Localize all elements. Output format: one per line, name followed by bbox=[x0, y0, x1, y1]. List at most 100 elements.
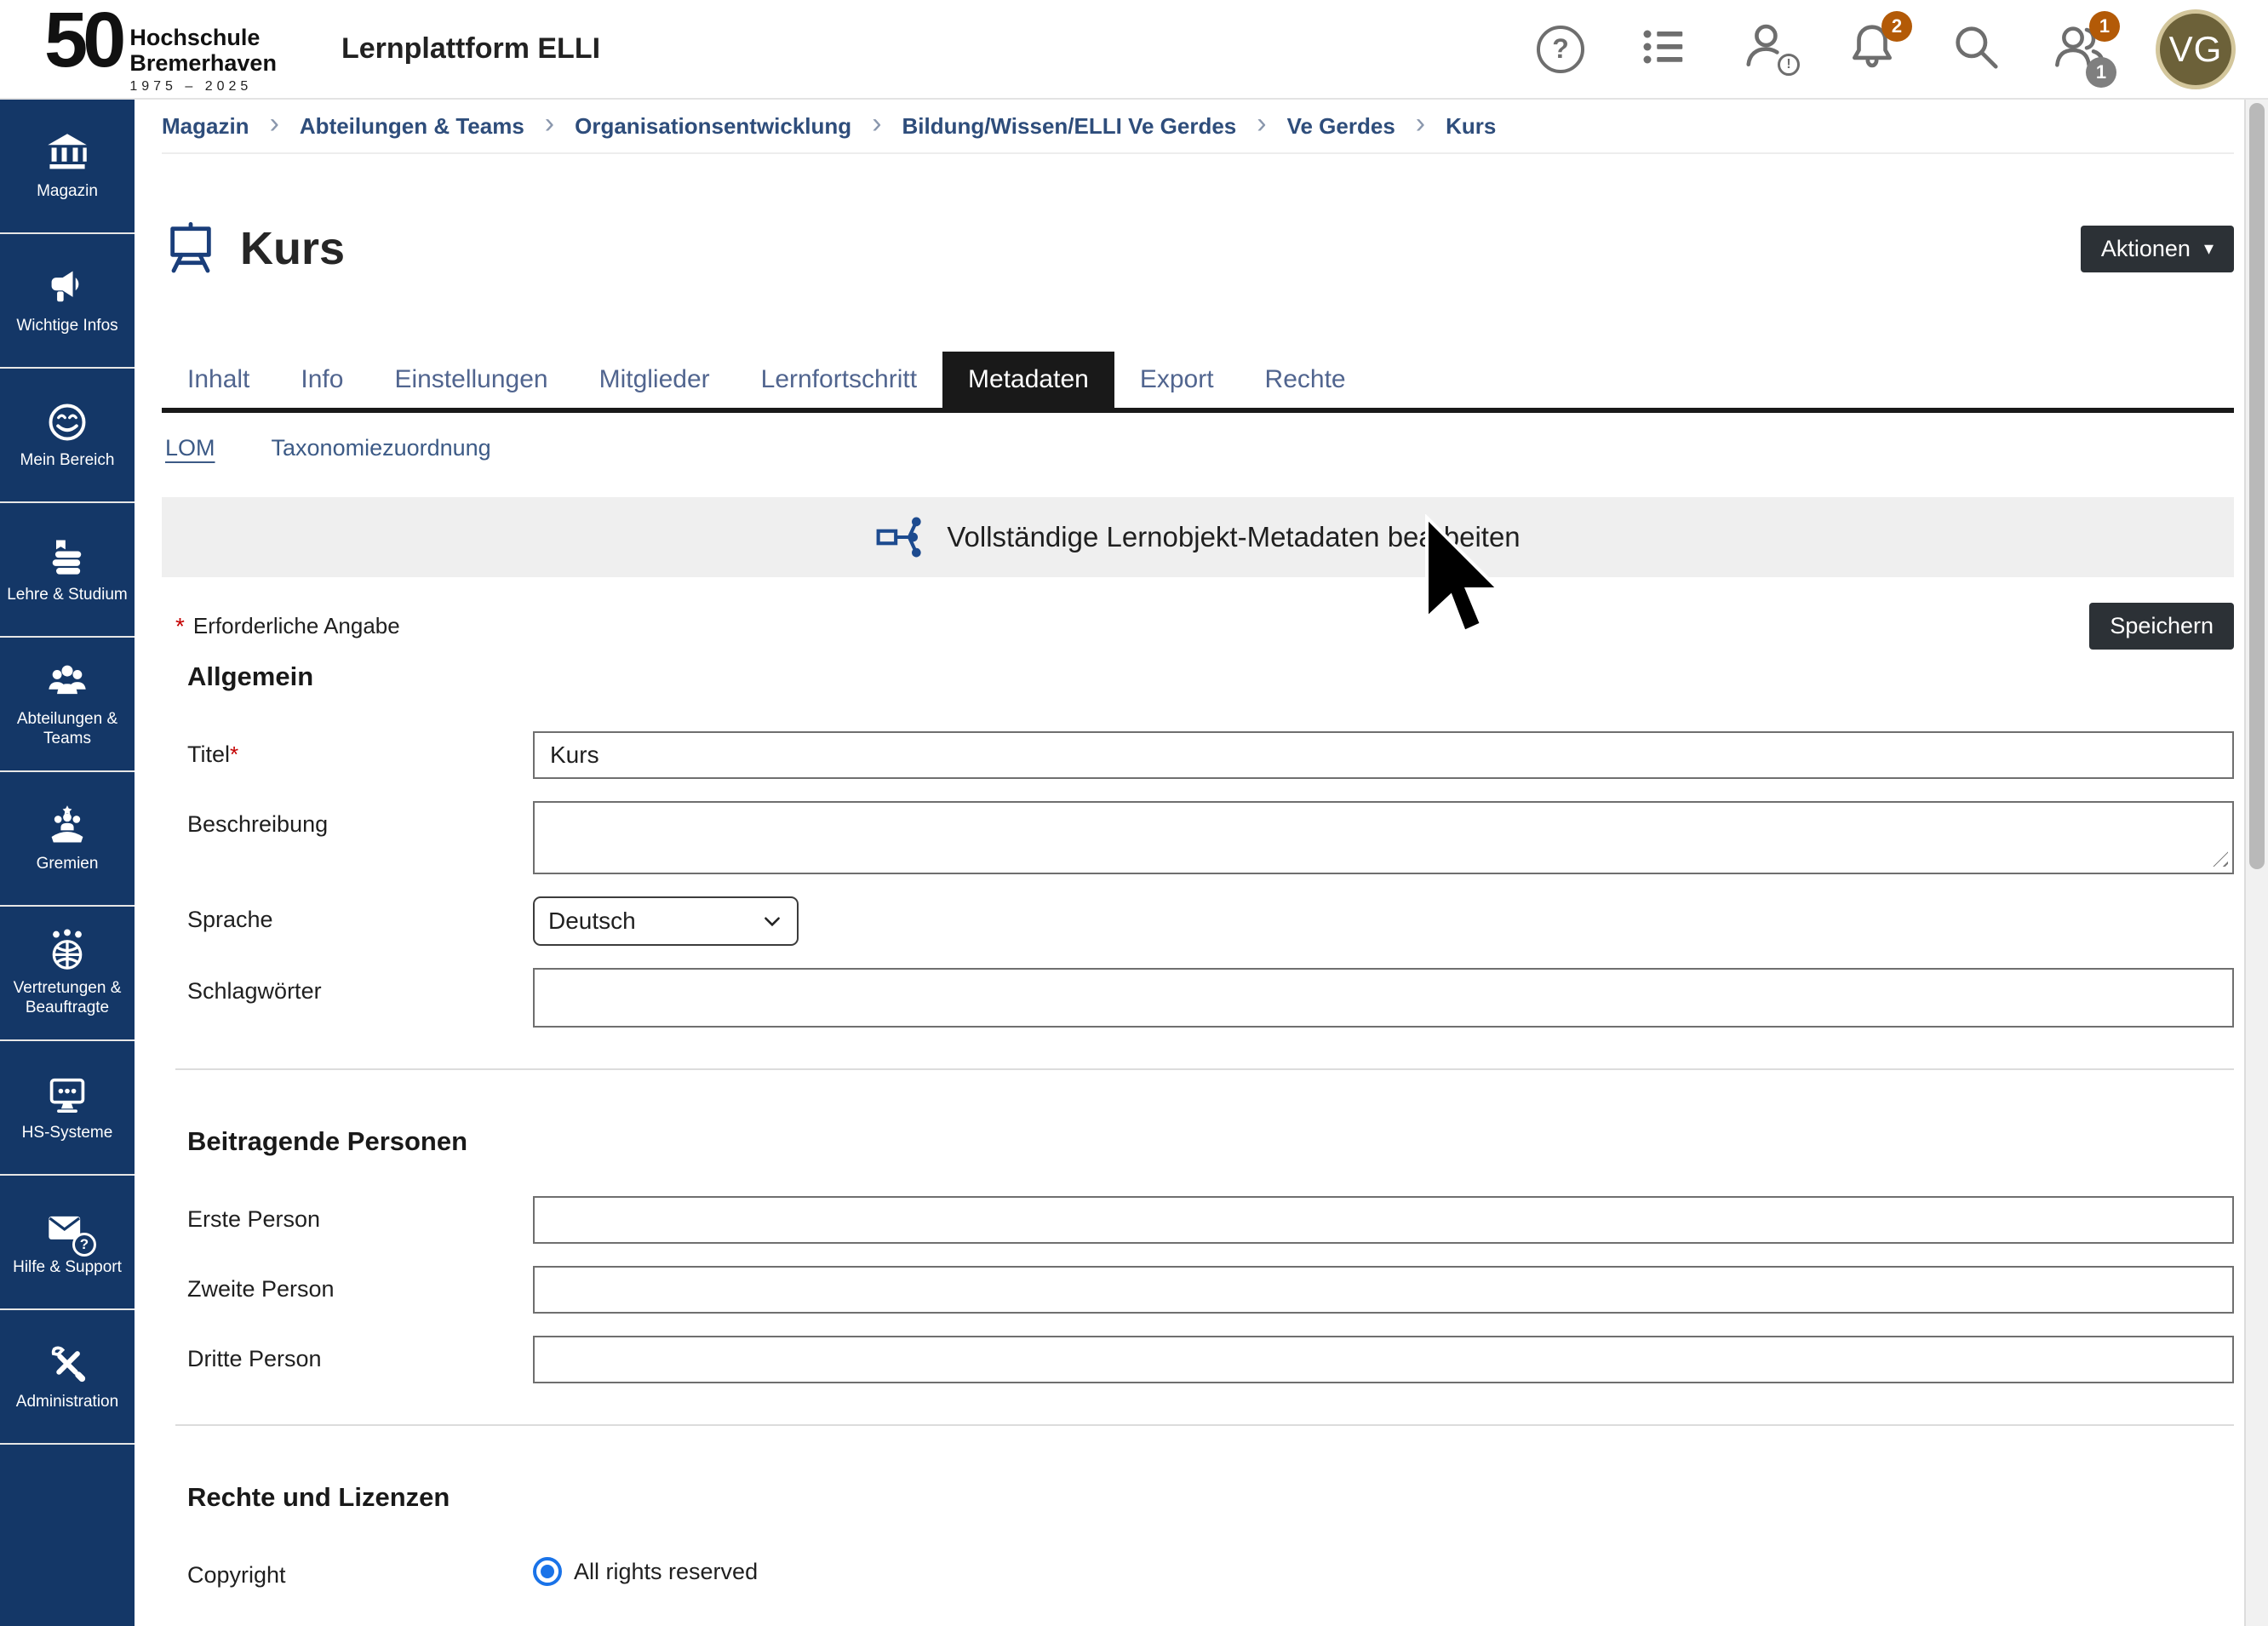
edit-full-metadata-link[interactable]: Vollständige Lernobjekt-Metadaten bearbe… bbox=[162, 497, 2234, 577]
section-divider bbox=[175, 1424, 2234, 1426]
contacts-total-badge: 1 bbox=[2086, 57, 2116, 88]
field-label-erste-person: Erste Person bbox=[175, 1196, 533, 1244]
main-sidebar: Magazin Wichtige Infos Mein Bereich bbox=[0, 100, 135, 1626]
search-button[interactable] bbox=[1948, 21, 2004, 77]
page-title: Kurs bbox=[240, 222, 345, 275]
chevron-right-icon: › bbox=[545, 107, 554, 140]
field-label-titel: Titel* bbox=[175, 731, 533, 779]
sidebar-item-mein-bereich[interactable]: Mein Bereich bbox=[0, 369, 135, 503]
form-row-dritte-person: Dritte Person bbox=[175, 1336, 2234, 1383]
field-label-dritte-person: Dritte Person bbox=[175, 1336, 533, 1383]
form-row-zweite-person: Zweite Person bbox=[175, 1266, 2234, 1314]
sidebar-item-vertretungen-beauftragte[interactable]: Vertretungen & Beauftragte bbox=[0, 907, 135, 1041]
breadcrumb-link-ve-gerdes[interactable]: Ve Gerdes bbox=[1287, 113, 1395, 140]
field-label-beschreibung: Beschreibung bbox=[175, 801, 533, 874]
zweite-person-input[interactable] bbox=[533, 1266, 2234, 1314]
platform-title: Lernplattform ELLI bbox=[341, 32, 600, 66]
beschreibung-textarea[interactable] bbox=[533, 801, 2234, 874]
sidebar-item-wichtige-infos[interactable]: Wichtige Infos bbox=[0, 234, 135, 369]
search-icon bbox=[1950, 20, 2002, 77]
caret-down-icon: ▾ bbox=[2204, 239, 2214, 258]
course-easel-icon bbox=[163, 220, 218, 278]
tab-mitglieder[interactable]: Mitglieder bbox=[574, 352, 736, 408]
radio-dot bbox=[541, 1565, 554, 1578]
field-label-sprache: Sprache bbox=[175, 896, 533, 946]
copyright-option-label: All rights reserved bbox=[574, 1559, 758, 1585]
chevron-right-icon: › bbox=[872, 107, 881, 140]
breadcrumb-link-bildung-wissen[interactable]: Bildung/Wissen/ELLI Ve Gerdes bbox=[902, 113, 1237, 140]
scrollbar-thumb[interactable] bbox=[2249, 103, 2265, 869]
tab-einstellungen[interactable]: Einstellungen bbox=[369, 352, 573, 408]
chevron-right-icon: › bbox=[1416, 107, 1425, 140]
sidebar-item-administration[interactable]: Administration bbox=[0, 1310, 135, 1445]
form-row-copyright: Copyright All rights reserved bbox=[175, 1552, 2234, 1589]
sidebar-item-hs-systeme[interactable]: HS-Systeme bbox=[0, 1041, 135, 1176]
globe-people-icon bbox=[45, 928, 89, 972]
section-title-allgemein: Allgemein bbox=[187, 661, 2234, 692]
help-icon: ? bbox=[1537, 26, 1584, 73]
actions-button[interactable]: Aktionen ▾ bbox=[2081, 226, 2234, 272]
form-row-schlagwoerter: Schlagwörter bbox=[175, 968, 2234, 1028]
sidebar-item-abteilungen-teams[interactable]: Abteilungen & Teams bbox=[0, 638, 135, 772]
tab-metadaten[interactable]: Metadaten bbox=[942, 352, 1114, 408]
subtab-lom[interactable]: LOM bbox=[165, 435, 215, 461]
tab-rechte[interactable]: Rechte bbox=[1240, 352, 1372, 408]
chevron-right-icon: › bbox=[1257, 107, 1266, 140]
contacts-button[interactable]: 1 1 bbox=[2052, 21, 2108, 77]
avatar[interactable]: VG bbox=[2156, 9, 2236, 89]
save-button[interactable]: Speichern bbox=[2089, 603, 2234, 650]
chevron-right-icon: › bbox=[270, 107, 279, 140]
erste-person-input[interactable] bbox=[533, 1196, 2234, 1244]
envelope-question-icon: ? bbox=[45, 1207, 89, 1251]
list-icon bbox=[1639, 21, 1690, 77]
tab-lernfortschritt[interactable]: Lernfortschritt bbox=[736, 352, 942, 408]
section-title-rechte-lizenzen: Rechte und Lizenzen bbox=[187, 1482, 2234, 1513]
breadcrumb-link-magazin[interactable]: Magazin bbox=[162, 113, 249, 140]
tools-icon bbox=[45, 1342, 89, 1386]
logo-text: Hochschule Bremerhaven 1975 – 2025 bbox=[129, 26, 277, 94]
banner-label: Vollständige Lernobjekt-Metadaten bearbe… bbox=[947, 521, 1520, 553]
titel-input[interactable] bbox=[533, 731, 2234, 779]
sidebar-item-hilfe-support[interactable]: ? Hilfe & Support bbox=[0, 1176, 135, 1310]
question-badge: ? bbox=[72, 1233, 96, 1257]
tab-bar: Inhalt Info Einstellungen Mitglieder Ler… bbox=[162, 352, 2234, 413]
university-logo[interactable]: 50 Hochschule Bremerhaven 1975 – 2025 bbox=[44, 3, 277, 94]
sidebar-item-gremien[interactable]: Gremien bbox=[0, 772, 135, 907]
sprache-select[interactable]: Deutsch bbox=[533, 896, 799, 946]
schlagwoerter-input[interactable] bbox=[533, 968, 2234, 1028]
form-row-beschreibung: Beschreibung bbox=[175, 801, 2234, 874]
smiley-icon bbox=[45, 400, 89, 444]
sidebar-item-lehre-studium[interactable]: Lehre & Studium bbox=[0, 503, 135, 638]
tab-inhalt[interactable]: Inhalt bbox=[162, 352, 275, 408]
logo-years: 1975 – 2025 bbox=[129, 79, 277, 94]
breadcrumb-link-organisationsentwicklung[interactable]: Organisationsentwicklung bbox=[575, 113, 851, 140]
logo-number: 50 bbox=[44, 3, 121, 77]
field-label-copyright: Copyright bbox=[175, 1552, 533, 1589]
required-asterisk: * bbox=[230, 741, 238, 767]
breadcrumb-link-kurs[interactable]: Kurs bbox=[1446, 113, 1496, 140]
breadcrumb-link-abteilungen[interactable]: Abteilungen & Teams bbox=[300, 113, 524, 140]
main-content: Magazin › Abteilungen & Teams › Organisa… bbox=[135, 100, 2268, 1626]
copyright-radio[interactable] bbox=[533, 1557, 562, 1586]
metadata-form: Allgemein Titel* Beschreibung Sprache bbox=[162, 661, 2234, 1589]
form-row-erste-person: Erste Person bbox=[175, 1196, 2234, 1244]
pending-requests-button[interactable]: ! bbox=[1740, 21, 1796, 77]
notifications-button[interactable]: 2 bbox=[1844, 21, 1900, 77]
sidebar-filler bbox=[0, 1445, 135, 1626]
megaphone-icon bbox=[45, 266, 89, 310]
dritte-person-input[interactable] bbox=[533, 1336, 2234, 1383]
form-row-sprache: Sprache Deutsch bbox=[175, 896, 2234, 946]
sidebar-item-magazin[interactable]: Magazin bbox=[0, 100, 135, 234]
chevron-down-icon bbox=[761, 910, 783, 932]
form-row-titel: Titel* bbox=[175, 731, 2234, 779]
tab-export[interactable]: Export bbox=[1114, 352, 1240, 408]
required-asterisk: * bbox=[175, 613, 185, 640]
scrollbar-track[interactable] bbox=[2244, 100, 2268, 1626]
tab-info[interactable]: Info bbox=[275, 352, 369, 408]
contacts-new-badge: 1 bbox=[2089, 11, 2120, 42]
committee-icon bbox=[45, 804, 89, 848]
subtab-taxonomiezuordnung[interactable]: Taxonomiezuordnung bbox=[272, 435, 491, 461]
notifications-badge: 2 bbox=[1881, 11, 1912, 42]
content-overview-button[interactable] bbox=[1636, 21, 1692, 77]
help-button[interactable]: ? bbox=[1532, 21, 1589, 77]
